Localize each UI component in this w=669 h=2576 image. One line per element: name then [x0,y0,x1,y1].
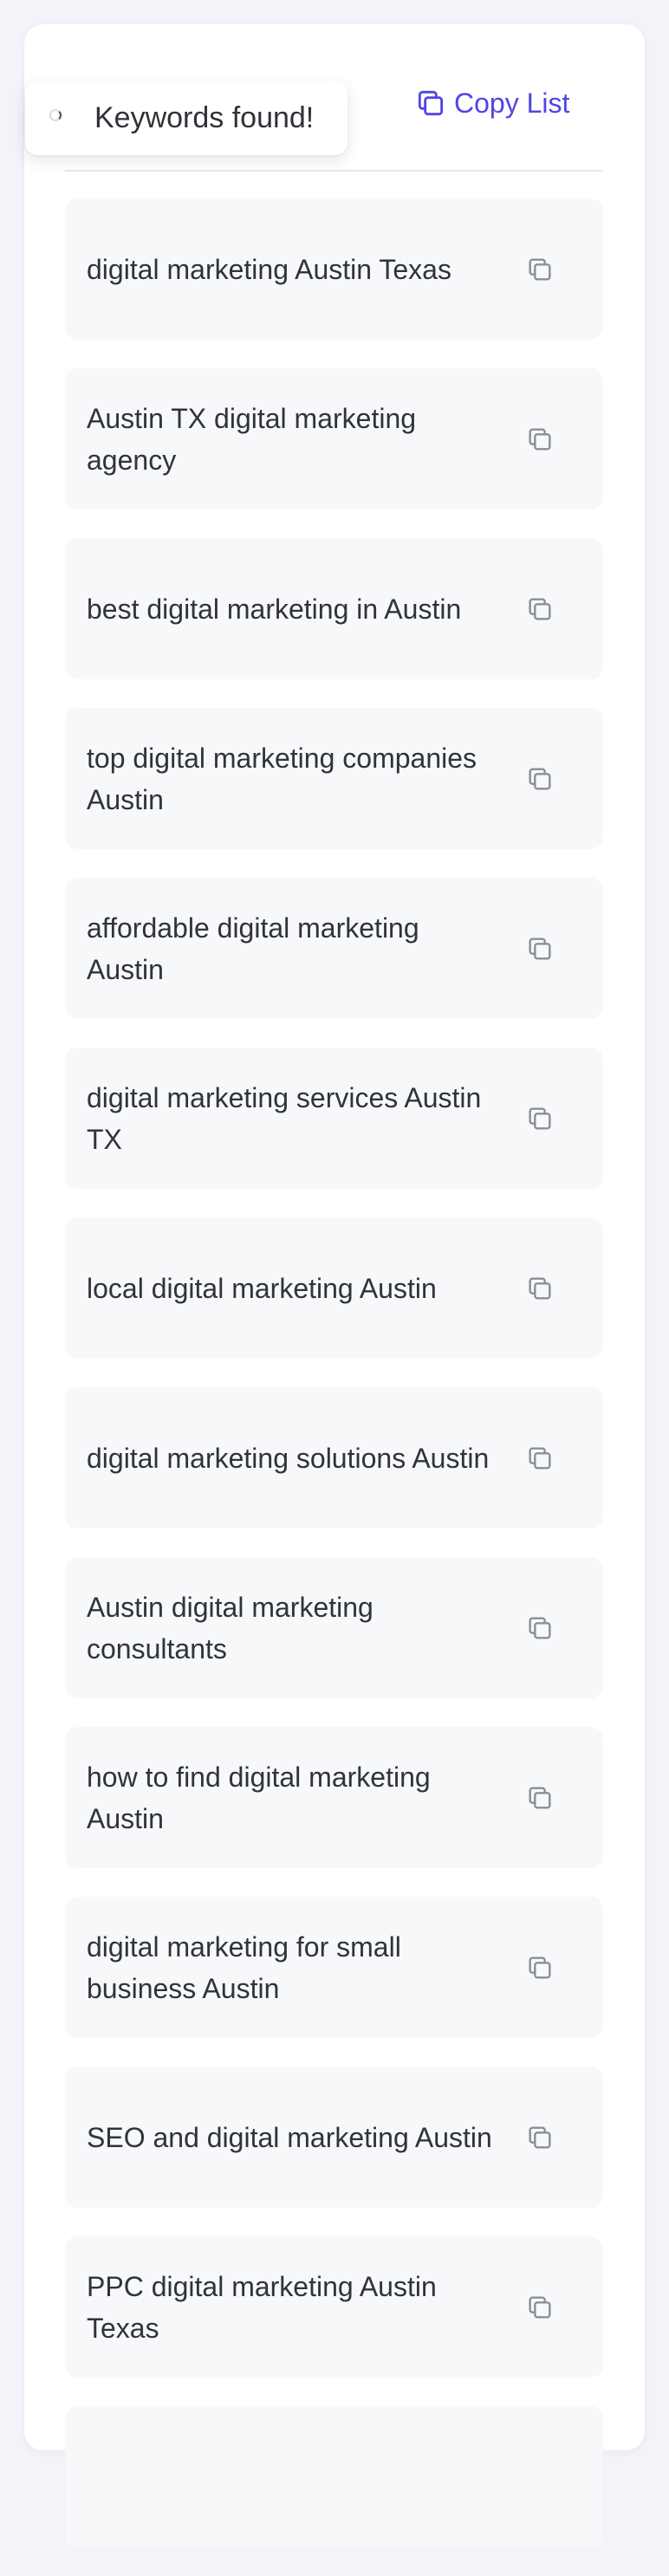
copy-icon [529,1956,551,1979]
keyword-text: affordable digital marketing Austin [87,912,419,985]
keyword-item: digital marketing services Austin TX [65,1048,603,1189]
keyword-item: PPC digital marketing Austin Texas [65,2236,603,2378]
copy-keyword-button[interactable] [523,931,557,966]
keyword-item: digital marketing solutions Austin [65,1387,603,1528]
keyword-text: digital marketing services Austin TX [87,1081,482,1155]
keyword-text: best digital marketing in Austin [87,593,462,625]
copy-keyword-button[interactable] [523,1950,557,1985]
keyword-text: top digital marketing companies Austin [87,742,477,815]
keyword-item: Austin TX digital marketing agency [65,368,603,509]
keyword-item: how to find digital marketing Austin [65,1727,603,1868]
keyword-text: local digital marketing Austin [87,1272,437,1304]
keyword-text: how to find digital marketing Austin [87,1761,431,1834]
copy-icon [418,90,444,116]
keyword-text: Austin digital marketing consultants [87,1591,373,1664]
copy-icon [529,1276,551,1300]
keyword-item: SEO and digital marketing Austin [65,2067,603,2208]
keyword-item: affordable digital marketing Austin [65,878,603,1019]
copy-keyword-button[interactable] [523,1101,557,1136]
keyword-item: Austin digital marketing consultants [65,1557,603,1698]
copy-icon [529,257,551,281]
copy-keyword-button[interactable] [523,252,557,287]
keyword-item: digital marketing for small business Aus… [65,1897,603,2038]
keyword-item: digital marketing Austin Texas [65,198,603,340]
keyword-list: digital marketing Austin Texas Austin TX … [65,198,603,2576]
keyword-text: digital marketing Austin Texas [87,253,451,285]
keyword-item [65,2406,603,2547]
copy-icon [529,937,551,960]
copy-keyword-button[interactable] [523,2120,557,2155]
copy-icon [529,767,551,790]
copy-keyword-button[interactable] [523,1781,557,1815]
keyword-item: best digital marketing in Austin [65,538,603,679]
copy-keyword-button[interactable] [523,592,557,626]
keyword-text: PPC digital marketing Austin Texas [87,2270,437,2344]
keyword-item: local digital marketing Austin [65,1217,603,1359]
toast-message: Keywords found! [94,101,315,134]
copy-icon [529,1616,551,1639]
copy-icon [529,1106,551,1130]
divider [65,170,602,172]
copy-keyword-button[interactable] [523,1611,557,1645]
copy-list-button[interactable]: Copy List [414,83,569,123]
copy-keyword-button[interactable] [523,422,557,457]
loading-spinner-icon [49,109,62,121]
keyword-text: digital marketing for small business Aus… [87,1930,401,2004]
copy-icon [529,2295,551,2319]
keyword-text: digital marketing solutions Austin [87,1442,490,1474]
copy-icon [529,2125,551,2149]
keywords-found-toast: Keywords found! [25,81,347,155]
keyword-text: SEO and digital marketing Austin [87,2121,492,2153]
keyword-item: top digital marketing companies Austin [65,708,603,849]
keyword-text: Austin TX digital marketing agency [87,402,417,476]
copy-keyword-button[interactable] [523,2290,557,2325]
copy-icon [529,427,551,451]
copy-icon [529,597,551,620]
copy-keyword-button[interactable] [523,1441,557,1476]
copy-list-label: Copy List [454,87,570,119]
copy-keyword-button[interactable] [523,762,557,796]
copy-icon [529,1786,551,1809]
copy-icon [529,1446,551,1470]
copy-keyword-button[interactable] [523,1271,557,1306]
